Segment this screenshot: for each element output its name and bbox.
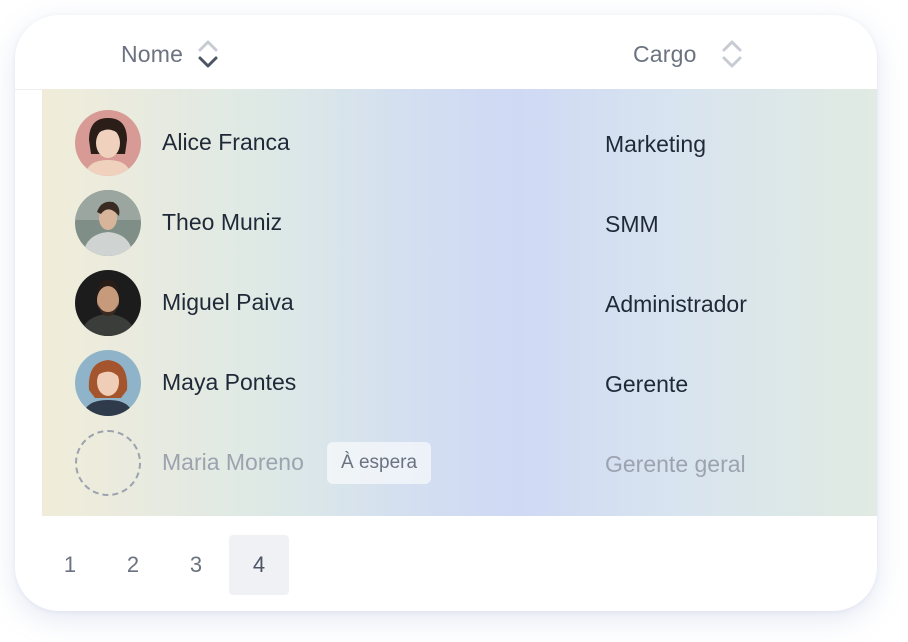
row-role: Gerente (605, 371, 689, 397)
table-row[interactable]: Maya Pontes Gerente (42, 343, 877, 423)
avatar (75, 110, 141, 176)
row-name: Alice Franca (162, 129, 290, 155)
row-role: Marketing (605, 131, 706, 157)
row-name: Theo Muniz (162, 209, 283, 235)
avatar-photo-icon (75, 270, 141, 336)
column-header-label: Cargo (633, 40, 697, 67)
avatar-photo-icon (75, 190, 141, 256)
page-button-2[interactable]: 2 (103, 535, 163, 595)
avatar (75, 270, 141, 336)
row-role: Gerente geral (605, 451, 746, 477)
table-row[interactable]: Maria Moreno À espera Gerente geral (42, 423, 877, 503)
avatar (75, 350, 141, 416)
table-row[interactable]: Miguel Paiva Administrador (42, 263, 877, 343)
pagination: 1 2 3 4 (40, 535, 289, 595)
column-header-nome[interactable]: Nome (121, 37, 219, 71)
table-row[interactable]: Alice Franca Marketing (42, 103, 877, 183)
row-name: Miguel Paiva (162, 289, 294, 315)
users-table-card: Nome Cargo Alice Franca Marketing Theo M… (15, 15, 877, 611)
row-name: Maria Moreno (162, 449, 304, 475)
column-header-cargo[interactable]: Cargo (633, 37, 743, 71)
row-role: Administrador (605, 291, 747, 317)
table-header: Nome Cargo (15, 15, 877, 90)
avatar (75, 190, 141, 256)
row-role: SMM (605, 211, 659, 237)
page-button-1[interactable]: 1 (40, 535, 100, 595)
row-name: Maya Pontes (162, 369, 297, 395)
sort-icon[interactable] (721, 38, 743, 70)
column-header-label: Nome (121, 40, 184, 67)
status-badge: À espera (327, 442, 432, 484)
page-button-4[interactable]: 4 (229, 535, 289, 595)
page-button-3[interactable]: 3 (166, 535, 226, 595)
table-body: Alice Franca Marketing Theo Muniz SMM Mi… (42, 89, 877, 516)
avatar-photo-icon (75, 350, 141, 416)
sort-icon[interactable] (197, 38, 219, 70)
table-row[interactable]: Theo Muniz SMM (42, 183, 877, 263)
avatar-placeholder (75, 430, 141, 496)
avatar-photo-icon (75, 110, 141, 176)
